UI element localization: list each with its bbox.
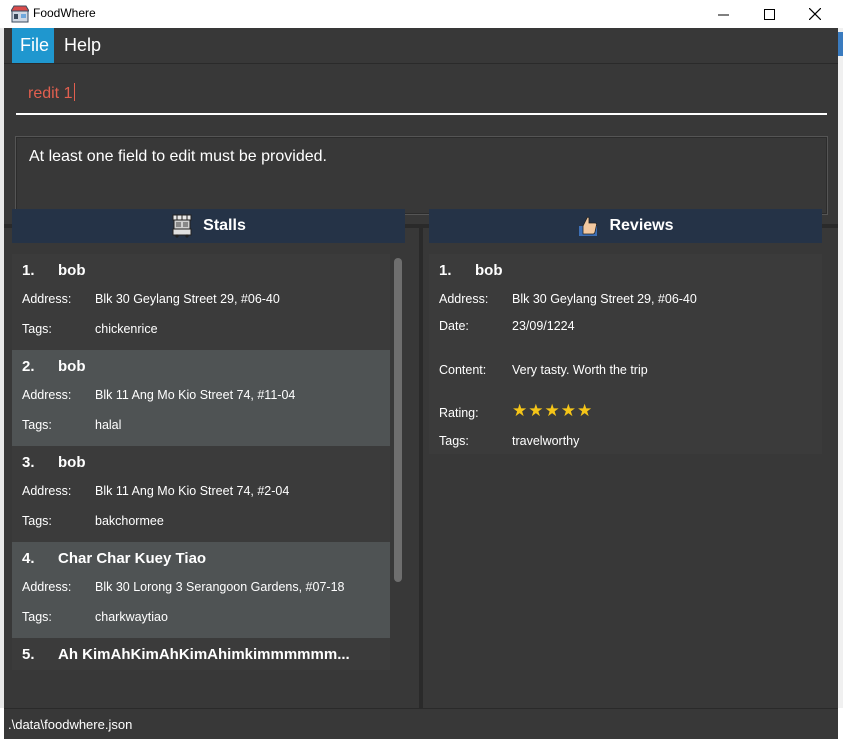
tags-label: Tags:: [439, 434, 469, 448]
close-icon: [809, 8, 821, 20]
rating-stars: ★★★★★: [512, 402, 593, 419]
stall-address: Blk 30 Lorong 3 Serangoon Gardens, #07-1…: [95, 580, 345, 594]
reviews-header: Reviews: [429, 209, 822, 243]
save-location: .\data\foodwhere.json: [8, 717, 133, 732]
review-name: bob: [475, 262, 503, 279]
stall-address: Blk 11 Ang Mo Kio Street 74, #11-04: [95, 388, 296, 402]
stall-tags: chickenrice: [95, 322, 158, 336]
stall-card[interactable]: 4. Char Char Kuey Tiao Address: Blk 30 Lo…: [12, 542, 390, 638]
star-icon: ★: [577, 401, 593, 420]
tags-label: Tags:: [22, 418, 52, 432]
star-icon: ★: [512, 401, 528, 420]
rating-label: Rating:: [439, 406, 479, 420]
review-index: 1.: [439, 262, 452, 279]
star-icon: ★: [528, 401, 544, 420]
stall-index: 5.: [22, 646, 35, 663]
address-label: Address:: [22, 580, 72, 594]
menu-bar: File Help: [4, 28, 838, 64]
stall-tags: halal: [95, 418, 122, 432]
star-icon: ★: [544, 401, 560, 420]
command-input[interactable]: redit 1: [16, 73, 827, 115]
stall-name: bob: [58, 358, 86, 375]
stall-name: bob: [58, 454, 86, 471]
stalls-header-label: Stalls: [203, 217, 246, 234]
stall-name: Char Char Kuey Tiao: [58, 550, 207, 567]
stalls-header: Stalls: [12, 209, 405, 243]
menu-file[interactable]: File: [12, 28, 54, 63]
menu-help[interactable]: Help: [56, 28, 109, 63]
thumbs-up-icon: [579, 216, 598, 236]
tags-label: Tags:: [22, 610, 52, 624]
stall-name: bob: [58, 262, 86, 279]
stall-list[interactable]: 1. bob Address: Blk 30 Geylang Street 29,…: [12, 254, 390, 670]
stall-card[interactable]: 5. Ah KimAhKimAhKimAhimkimmmmmm...: [12, 638, 390, 670]
maximize-icon: [763, 8, 775, 20]
split-divider-vertical[interactable]: [419, 228, 423, 708]
review-card[interactable]: 1. bob Address: Blk 30 Geylang Street 29,…: [429, 254, 822, 454]
address-label: Address:: [439, 292, 489, 306]
stall-card[interactable]: 1. bob Address: Blk 30 Geylang Street 29,…: [12, 254, 390, 350]
review-address: Blk 30 Geylang Street 29, #06-40: [512, 292, 697, 306]
result-message: At least one field to edit must be provi…: [29, 148, 327, 165]
address-label: Address:: [22, 292, 72, 306]
stall-tags: bakchormee: [95, 514, 164, 528]
address-label: Address:: [22, 484, 72, 498]
stall-index: 1.: [22, 262, 35, 279]
stall-title: 4. Char Char Kuey Tiao: [22, 550, 206, 567]
review-tags: travelworthy: [512, 434, 580, 448]
app-icon: [11, 5, 29, 23]
reviews-header-label: Reviews: [609, 217, 674, 234]
stall-index: 3.: [22, 454, 35, 471]
stall-card[interactable]: 2. bob Address: Blk 11 Ang Mo Kio Street …: [12, 350, 390, 446]
stall-name: Ah KimAhKimAhKimAhimkimmmmmm...: [58, 646, 350, 663]
minimize-button[interactable]: [700, 0, 746, 28]
star-icon: ★: [560, 401, 576, 420]
stall-index: 4.: [22, 550, 35, 567]
tags-label: Tags:: [22, 514, 52, 528]
stall-address: Blk 11 Ang Mo Kio Street 74, #2-04: [95, 484, 290, 498]
title-bar: FoodWhere: [0, 0, 843, 28]
stall-title: 2. bob: [22, 358, 86, 375]
stall-icon: [172, 214, 192, 238]
stall-address: Blk 30 Geylang Street 29, #06-40: [95, 292, 280, 306]
result-display: At least one field to edit must be provi…: [15, 136, 828, 215]
address-label: Address:: [22, 388, 72, 402]
stall-tags: charkwaytiao: [95, 610, 168, 624]
scrollbar-thumb[interactable]: [394, 258, 402, 582]
stall-title: 5. Ah KimAhKimAhKimAhimkimmmmmm...: [22, 646, 350, 663]
content-label: Content:: [439, 363, 487, 377]
stall-title: 1. bob: [22, 262, 86, 279]
stall-title: 3. bob: [22, 454, 86, 471]
stall-card[interactable]: 3. bob Address: Blk 11 Ang Mo Kio Street …: [12, 446, 390, 542]
review-title: 1. bob: [439, 262, 503, 279]
command-value: redit 1: [28, 85, 73, 102]
status-bar: .\data\foodwhere.json: [4, 708, 838, 739]
command-text: redit 1: [28, 83, 76, 103]
stall-index: 2.: [22, 358, 35, 375]
text-caret: [74, 83, 76, 101]
review-date: 23/09/1224: [512, 319, 575, 333]
review-content: Very tasty. Worth the trip: [512, 363, 648, 377]
stall-list-scrollbar[interactable]: [393, 256, 403, 672]
tags-label: Tags:: [22, 322, 52, 336]
window-title: FoodWhere: [33, 6, 96, 20]
maximize-button[interactable]: [746, 0, 792, 28]
minimize-icon: [717, 14, 729, 15]
date-label: Date:: [439, 319, 469, 333]
close-button[interactable]: [792, 0, 838, 28]
background-window-edge-right: [838, 28, 843, 708]
